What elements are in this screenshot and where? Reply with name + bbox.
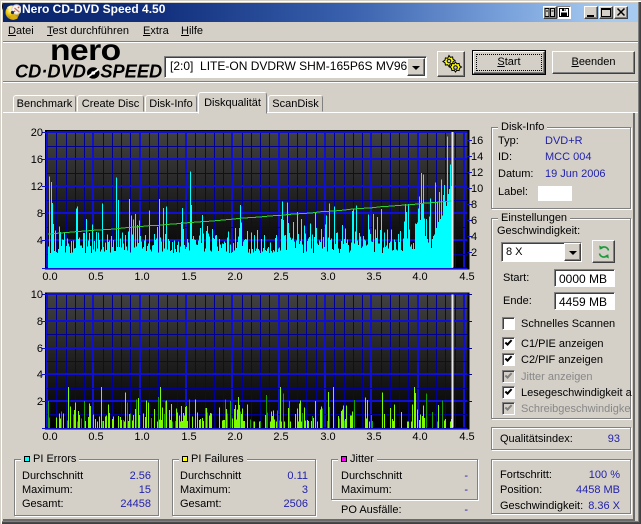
svg-text:1.5: 1.5 (181, 431, 196, 443)
svg-text:2.0: 2.0 (227, 431, 242, 443)
svg-text:2.5: 2.5 (273, 271, 288, 283)
svg-text:6: 6 (471, 215, 477, 227)
svg-text:14: 14 (471, 151, 483, 163)
svg-text:16: 16 (31, 154, 43, 166)
svg-text:4.5: 4.5 (459, 431, 474, 443)
svg-text:4: 4 (471, 231, 477, 243)
svg-text:1.0: 1.0 (134, 271, 149, 283)
svg-text:0.0: 0.0 (42, 271, 57, 283)
svg-text:8: 8 (37, 316, 43, 328)
svg-text:0.5: 0.5 (88, 431, 103, 443)
svg-text:10: 10 (31, 289, 43, 301)
svg-text:2: 2 (37, 396, 43, 408)
svg-text:2.5: 2.5 (273, 431, 288, 443)
svg-text:0.5: 0.5 (88, 271, 103, 283)
svg-text:3.0: 3.0 (320, 431, 335, 443)
svg-text:4: 4 (37, 369, 43, 381)
svg-text:1.0: 1.0 (134, 431, 149, 443)
svg-text:0.0: 0.0 (42, 431, 57, 443)
svg-text:2: 2 (471, 247, 477, 259)
svg-text:16: 16 (471, 135, 483, 147)
svg-text:10: 10 (471, 183, 483, 195)
svg-text:4.0: 4.0 (412, 431, 427, 443)
svg-text:4.5: 4.5 (459, 271, 474, 283)
svg-text:4.0: 4.0 (412, 271, 427, 283)
svg-text:2.0: 2.0 (227, 271, 242, 283)
svg-text:3.0: 3.0 (320, 271, 335, 283)
svg-text:3.5: 3.5 (366, 271, 381, 283)
svg-text:4: 4 (37, 235, 43, 247)
svg-text:1.5: 1.5 (181, 271, 196, 283)
svg-text:6: 6 (37, 343, 43, 355)
svg-text:3.5: 3.5 (366, 431, 381, 443)
svg-text:20: 20 (31, 127, 43, 139)
svg-text:8: 8 (37, 208, 43, 220)
svg-text:8: 8 (471, 199, 477, 211)
svg-text:12: 12 (31, 181, 43, 193)
svg-text:12: 12 (471, 167, 483, 179)
